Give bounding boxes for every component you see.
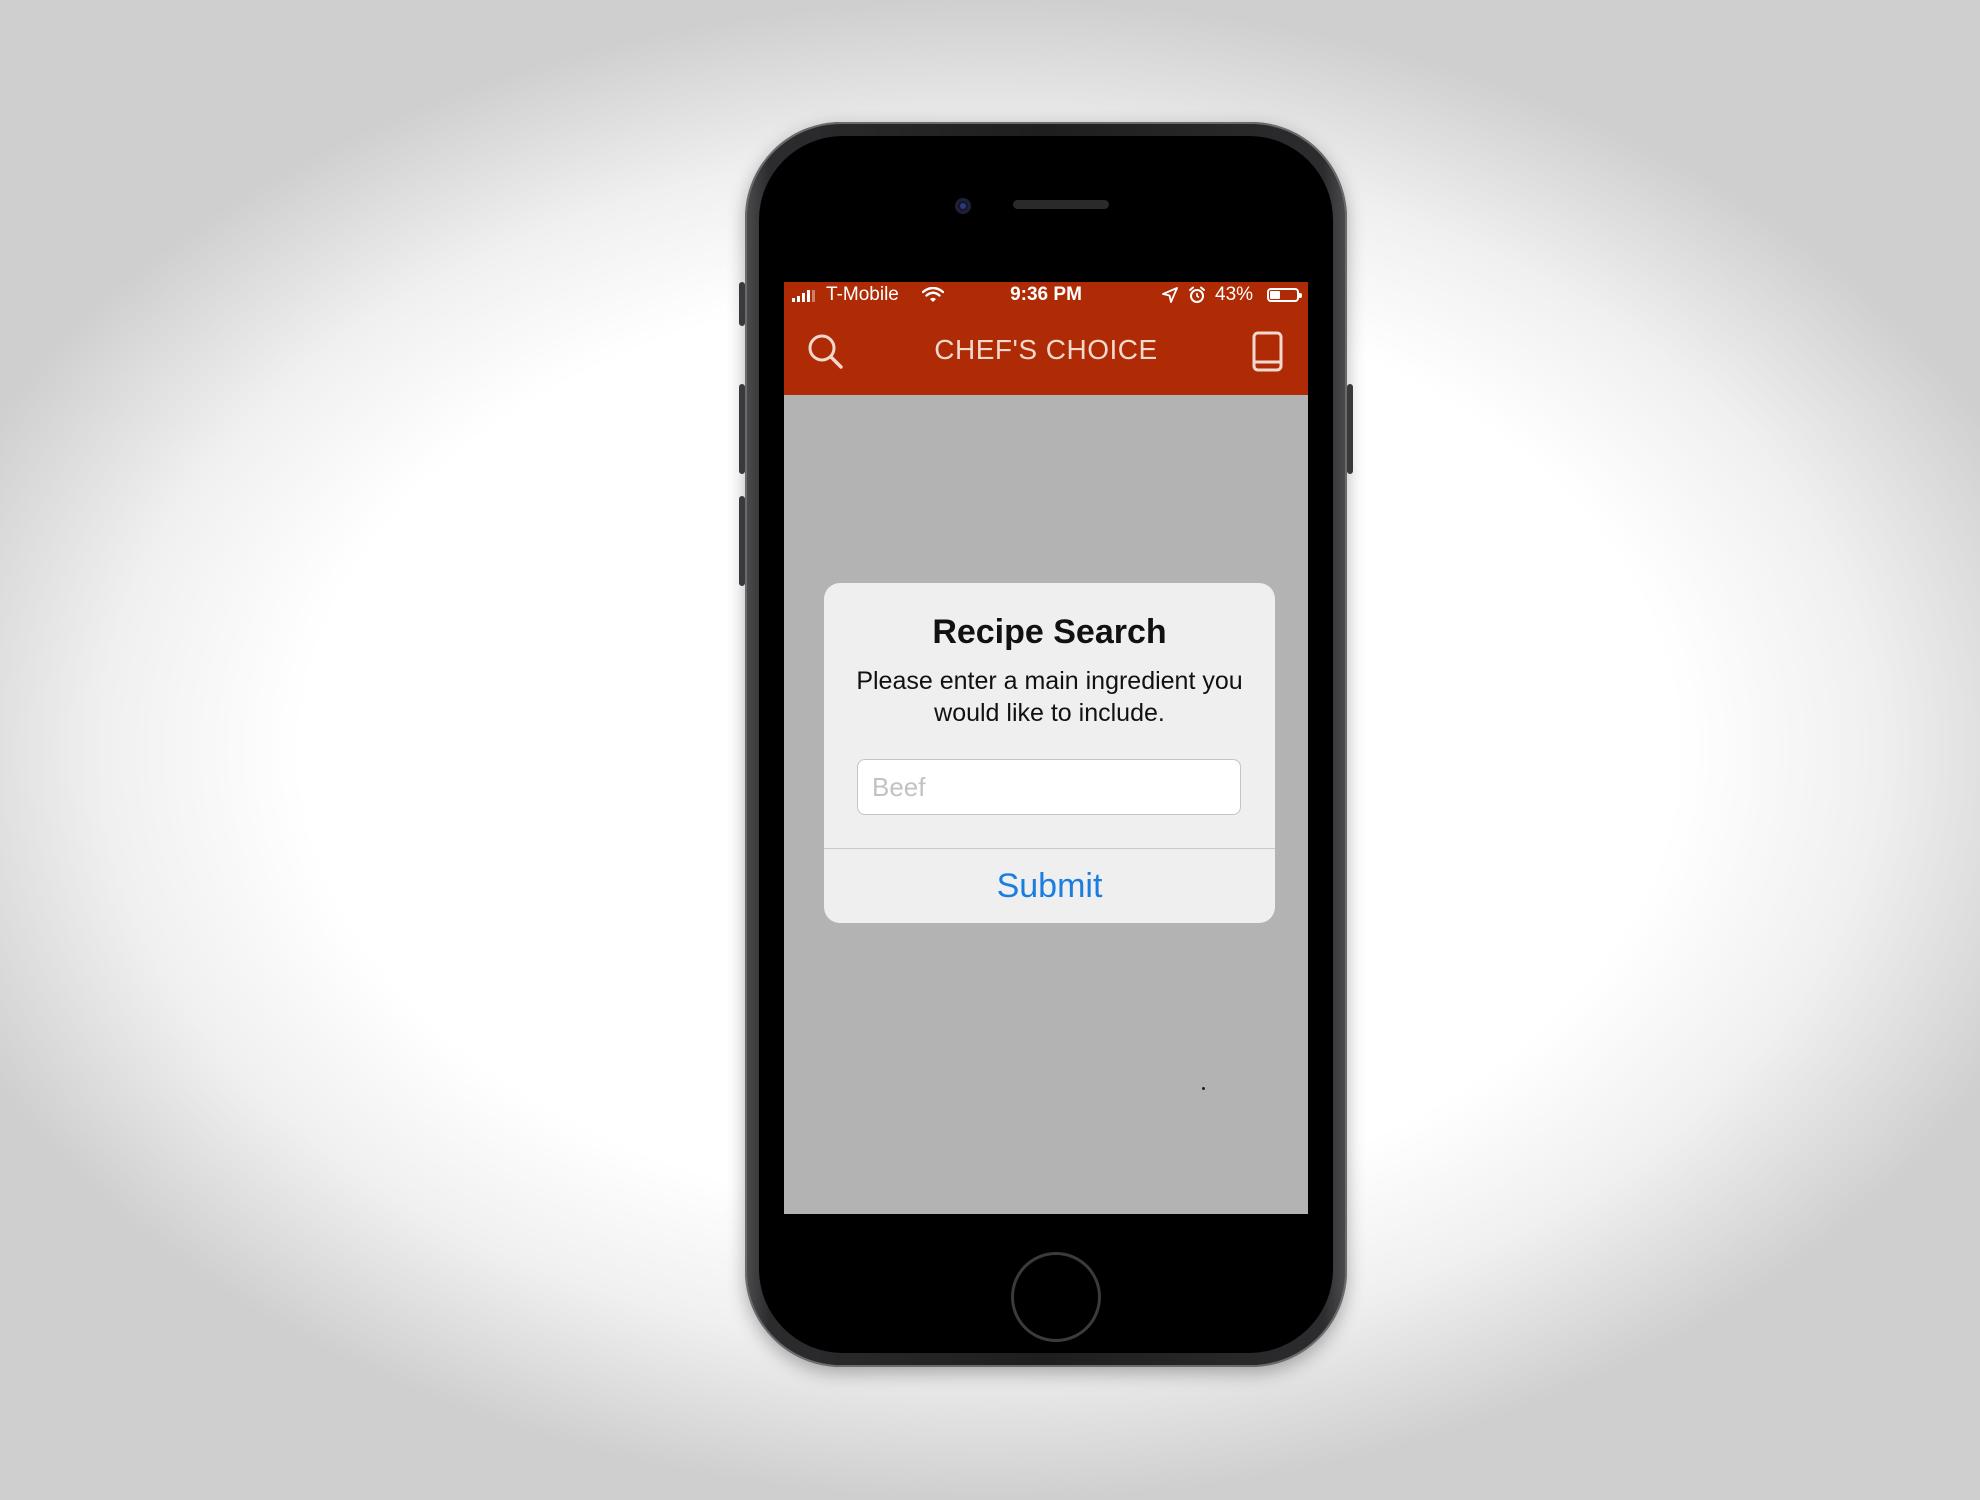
search-icon[interactable]: [806, 332, 846, 372]
recipe-search-dialog: Recipe Search Please enter a main ingred…: [824, 583, 1275, 923]
screen-speck: [1202, 1087, 1205, 1090]
battery-icon: [1267, 288, 1302, 302]
alarm-icon: [1189, 286, 1205, 303]
status-bar: T-Mobile 9:36 PM 43%: [784, 282, 1308, 310]
battery-percent: 43%: [1215, 284, 1254, 305]
battery-level-fill: [1270, 291, 1280, 299]
mute-switch: [739, 282, 745, 326]
earpiece-speaker: [1013, 200, 1109, 209]
front-camera: [955, 198, 971, 214]
app-title: CHEF'S CHOICE: [934, 334, 1158, 365]
phone-screen: T-Mobile 9:36 PM 43% CHEF'S CHOICE Recip…: [784, 282, 1308, 1214]
location-arrow-icon: [1162, 287, 1178, 303]
ingredient-input[interactable]: [857, 759, 1241, 815]
volume-down-button: [739, 496, 745, 586]
volume-up-button: [739, 384, 745, 474]
dialog-message: Please enter a main ingredient you would…: [856, 667, 1243, 727]
submit-button[interactable]: Submit: [824, 849, 1275, 923]
navigation-bar: CHEF'S CHOICE: [784, 310, 1308, 395]
book-icon[interactable]: [1250, 330, 1286, 374]
power-button: [1347, 384, 1353, 474]
home-button[interactable]: [1011, 1252, 1101, 1342]
dialog-title: Recipe Search: [932, 613, 1167, 651]
